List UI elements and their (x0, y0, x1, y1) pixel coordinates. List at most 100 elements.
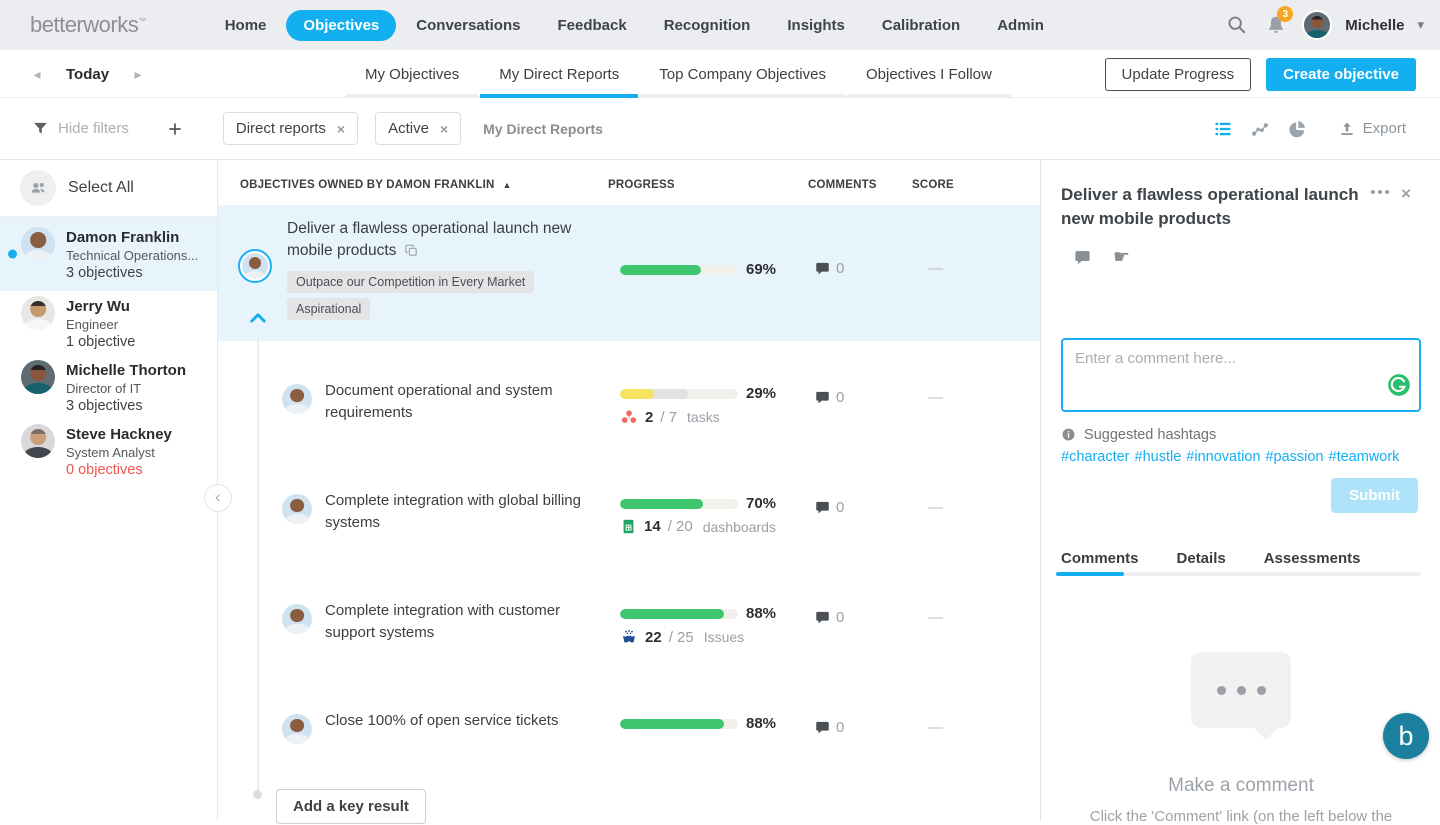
done-count: 2 (645, 408, 654, 426)
person-row-damon-franklin[interactable]: Damon Franklin Technical Operations... 3… (0, 217, 217, 291)
selected-indicator-dot (8, 249, 17, 259)
date-next-icon[interactable]: ▸ (131, 66, 145, 83)
score-cell: — (928, 260, 943, 277)
nav-item-home[interactable]: Home (208, 10, 284, 41)
comment-input[interactable] (1063, 340, 1419, 410)
progression-view-icon[interactable] (1250, 119, 1270, 139)
key-result-title[interactable]: Document operational and system requirem… (325, 380, 585, 424)
person-row-steve-hackney[interactable]: Steve Hackney System Analyst 0 objective… (0, 419, 217, 483)
nav-item-insights[interactable]: Insights (770, 10, 862, 41)
objective-tag[interactable]: Outpace our Competition in Every Market (287, 271, 535, 293)
progress-percent: 88% (746, 715, 777, 732)
export-button[interactable]: Export (1338, 120, 1406, 138)
list-view-icon[interactable] (1213, 119, 1233, 139)
hide-filters-toggle[interactable]: Hide filters (32, 120, 129, 137)
nav-item-feedback[interactable]: Feedback (540, 10, 643, 41)
progress-bar (620, 264, 738, 275)
filter-chip-direct-reports[interactable]: Direct reports × (222, 112, 359, 145)
suggested-hashtags-label: Suggested hashtags (1084, 427, 1217, 443)
copy-icon[interactable] (404, 243, 419, 265)
unit-label: tasks (687, 409, 720, 425)
group-icon (20, 170, 56, 206)
objective-view-tabs: My Objectives My Direct Reports Top Comp… (345, 50, 1012, 98)
remove-filter-icon[interactable]: × (337, 121, 345, 137)
score-cell: — (928, 389, 943, 406)
date-label: Today (66, 65, 110, 83)
detail-tab-assessments[interactable]: Assessments (1264, 550, 1361, 567)
key-result-owner-avatar[interactable] (282, 384, 312, 414)
comments-cell[interactable]: 0 (815, 389, 844, 406)
progress-bar (620, 388, 738, 399)
detail-tab-details[interactable]: Details (1177, 550, 1226, 567)
hashtag-link[interactable]: #teamwork (1329, 449, 1400, 465)
objective-row[interactable]: Deliver a flawless operational launch ne… (218, 205, 1040, 341)
user-menu-caret-icon[interactable] (1417, 16, 1424, 34)
hashtag-link[interactable]: #character (1061, 449, 1130, 465)
remove-filter-icon[interactable]: × (440, 121, 448, 137)
key-result-row[interactable]: Complete integration with customer suppo… (218, 580, 1040, 690)
select-all-label: Select All (68, 179, 134, 196)
hashtag-link[interactable]: #hustle (1135, 449, 1182, 465)
key-result-row[interactable]: Document operational and system requirem… (218, 360, 1040, 470)
key-result-owner-avatar[interactable] (282, 714, 312, 744)
key-result-owner-avatar[interactable] (282, 604, 312, 634)
hashtag-link[interactable]: #innovation (1186, 449, 1260, 465)
nav-item-objectives[interactable]: Objectives (286, 9, 397, 41)
date-prev-icon[interactable]: ◂ (30, 66, 44, 83)
nav-item-recognition[interactable]: Recognition (647, 10, 768, 41)
nav-item-calibration[interactable]: Calibration (865, 10, 977, 41)
nav-item-conversations[interactable]: Conversations (399, 10, 537, 41)
notifications-bell-icon[interactable]: 3 (1263, 6, 1294, 38)
filter-chip-active[interactable]: Active × (375, 112, 462, 145)
objective-owner-avatar[interactable] (238, 249, 272, 283)
hashtag-link[interactable]: #passion (1265, 449, 1323, 465)
more-options-icon[interactable] (1371, 190, 1389, 194)
search-icon[interactable] (1224, 12, 1250, 38)
comments-cell[interactable]: 0 (815, 719, 844, 736)
comments-cell[interactable]: 0 (815, 499, 844, 516)
comments-cell[interactable]: 0 (815, 609, 844, 626)
add-key-result-button[interactable]: Add a key result (276, 789, 426, 824)
collapse-key-results-icon[interactable] (249, 311, 267, 329)
column-header-objectives-sort[interactable]: Objectives owned by Damon Franklin (240, 179, 512, 191)
tab-objectives-i-follow[interactable]: Objectives I Follow (846, 50, 1011, 98)
person-title: Engineer (66, 317, 119, 332)
key-result-row[interactable]: Close 100% of open service tickets 88% 0… (218, 690, 1040, 789)
update-progress-button[interactable]: Update Progress (1104, 57, 1252, 91)
nudge-icon[interactable] (1113, 246, 1130, 269)
user-name[interactable]: Michelle (1345, 17, 1404, 34)
create-objective-button[interactable]: Create objective (1266, 57, 1416, 91)
betterworks-logo[interactable]: betterworks™ (30, 12, 146, 38)
progress-percent: 88% (746, 605, 777, 622)
objective-detail-panel: Deliver a flawless operational launch ne… (1040, 160, 1440, 825)
user-avatar[interactable] (1302, 10, 1333, 40)
add-filter-icon[interactable] (167, 121, 183, 137)
key-result-owner-avatar[interactable] (282, 494, 312, 524)
tab-my-direct-reports[interactable]: My Direct Reports (480, 50, 639, 98)
key-result-title[interactable]: Complete integration with global billing… (325, 490, 585, 534)
comment-bubble-icon (816, 501, 829, 514)
pie-chart-view-icon[interactable] (1287, 119, 1307, 139)
grammarly-icon[interactable] (1386, 372, 1412, 403)
comments-cell[interactable]: 0 (815, 260, 844, 277)
comment-bubble-icon[interactable] (1074, 249, 1091, 266)
sidebar-collapse-handle[interactable] (204, 484, 232, 512)
nav-item-admin[interactable]: Admin (980, 10, 1061, 41)
submit-comment-button[interactable]: Submit (1331, 478, 1418, 513)
objective-tag[interactable]: Aspirational (287, 298, 371, 320)
key-result-title[interactable]: Complete integration with customer suppo… (325, 600, 585, 644)
notification-badge: 3 (1277, 6, 1294, 22)
tab-my-objectives[interactable]: My Objectives (346, 50, 479, 98)
key-result-row[interactable]: Complete integration with global billing… (218, 470, 1040, 580)
detail-tab-comments[interactable]: Comments (1061, 550, 1139, 567)
betterworks-chat-widget[interactable]: b (1383, 713, 1429, 759)
close-panel-icon[interactable]: × (1401, 184, 1411, 204)
select-all-row[interactable]: Select All (0, 160, 217, 217)
person-row-jerry-wu[interactable]: Jerry Wu Engineer 1 objective (0, 291, 217, 355)
progress-percent: 69% (746, 261, 777, 278)
key-result-title[interactable]: Close 100% of open service tickets (325, 710, 625, 732)
person-row-michelle-thorton[interactable]: Michelle Thorton Director of IT 3 object… (0, 355, 217, 419)
active-tab-indicator (1056, 572, 1124, 576)
objective-title[interactable]: Deliver a flawless operational launch ne… (287, 218, 587, 265)
tab-top-company-objectives[interactable]: Top Company Objectives (640, 50, 845, 98)
